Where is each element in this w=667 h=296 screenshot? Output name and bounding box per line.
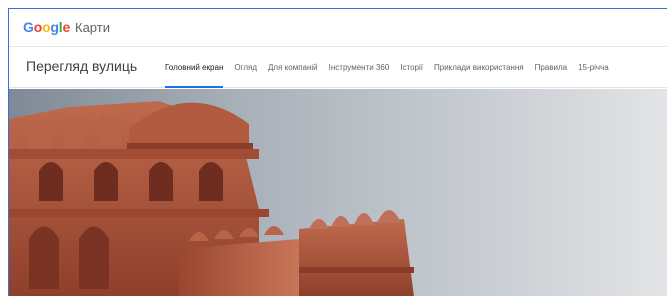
logo-letter: o xyxy=(33,19,43,35)
tab-for-business[interactable]: Для компаній xyxy=(268,48,318,88)
tab-policies[interactable]: Правила xyxy=(535,48,567,88)
tab-tools-360[interactable]: Інструменти 360 xyxy=(329,48,390,88)
page-title[interactable]: Перегляд вулиць xyxy=(26,58,137,74)
browser-frame: Google Карти Перегляд вулиць Головний ек… xyxy=(8,8,667,296)
product-name[interactable]: Карти xyxy=(75,20,110,35)
tab-home[interactable]: Головний екран xyxy=(165,48,224,88)
logo-letter: G xyxy=(23,19,34,35)
logo-letter: g xyxy=(50,19,59,35)
hero-image[interactable] xyxy=(9,89,667,296)
red-fort-illustration xyxy=(9,89,667,296)
nav-tabs: Головний екран Огляд Для компаній Інстру… xyxy=(165,48,620,88)
site-navbar: Перегляд вулиць Головний екран Огляд Для… xyxy=(9,48,667,88)
tab-overview[interactable]: Огляд xyxy=(234,48,257,88)
google-header: Google Карти xyxy=(9,9,667,47)
tab-use-cases[interactable]: Приклади використання xyxy=(434,48,524,88)
google-logo[interactable]: Google xyxy=(23,19,70,35)
tab-stories[interactable]: Історії xyxy=(400,48,423,88)
tab-anniversary[interactable]: 15-річча xyxy=(578,48,609,88)
logo-letter: e xyxy=(62,19,71,35)
